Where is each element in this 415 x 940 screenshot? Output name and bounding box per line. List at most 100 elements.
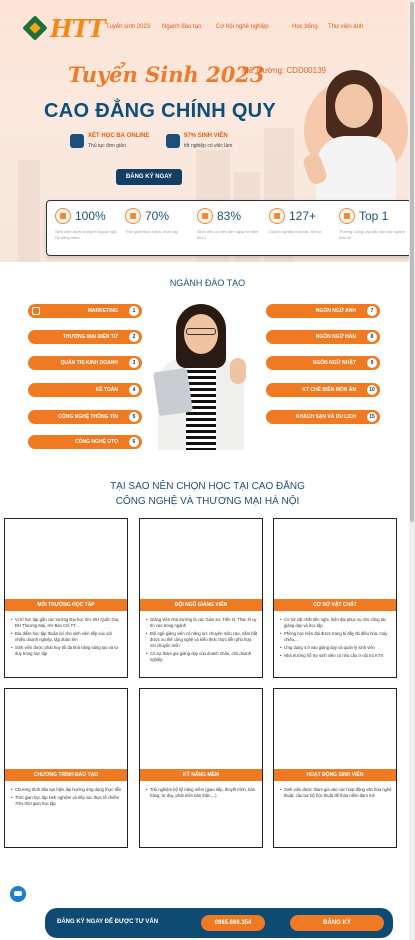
reason-title: CHƯƠNG TRÌNH ĐÀO TẠO	[5, 769, 127, 781]
reason-card: KỸ NĂNG MỀM Trải nghiệm bộ kỹ năng mềm (g…	[139, 688, 263, 848]
cta-text: ĐĂNG KÝ NGAY ĐỂ ĐƯỢC TƯ VẤN	[57, 919, 159, 925]
program-item[interactable]: NGÔN NGỮ NHẬT 9	[266, 356, 380, 370]
program-label: NGÔN NGỮ HÀN	[315, 334, 356, 340]
hotline-button[interactable]: 0965.666.354	[201, 915, 265, 931]
nav-link-scholarship[interactable]: Học bổng	[292, 24, 318, 30]
stat-item: 83% Sinh viên có việc làm ngay từ năm thứ…	[195, 207, 265, 251]
program-number: 8	[367, 332, 377, 342]
program-item[interactable]: QUẢN TRỊ KINH DOANH 3	[28, 356, 142, 370]
program-label: NGÔN NGỮ NHẬT	[312, 360, 356, 366]
reason-item: Chương trình đào tạo hiện đại hướng ứng …	[11, 787, 123, 793]
program-item[interactable]: KẾ TOÁN 4	[28, 383, 142, 397]
program-number: 9	[367, 358, 377, 368]
reason-item: Cơ sở vật chất tiên nghi, hiện đại phục …	[280, 617, 392, 629]
reason-item: Đội ngũ giảng viên có năng lực chuyên mô…	[146, 631, 258, 649]
reason-list: Cơ sở vật chất tiên nghi, hiện đại phục …	[280, 617, 392, 661]
program-number: 15	[367, 412, 377, 422]
program-number: 4	[129, 385, 139, 395]
reason-card: CƠ SỞ VẬT CHẤT Cơ sở vật chất tiên nghi, …	[273, 518, 397, 678]
reason-item: Nhà trường hỗ trợ sinh viên có nhu cầu ở…	[280, 653, 392, 659]
stat-value: 83%	[217, 209, 242, 223]
program-number: 6	[129, 437, 139, 447]
feature-title: 97% SINH VIÊN	[184, 133, 228, 139]
program-label: CÔNG NGHỆ OTO	[75, 439, 118, 445]
nav-link-programs[interactable]: Ngành đào tạo	[162, 24, 201, 30]
signup-button[interactable]: ĐĂNG KÝ	[290, 915, 384, 931]
program-label: KT CHẾ BIẾN MÓN ĂN	[302, 387, 356, 393]
program-label: MARKETING	[87, 308, 118, 314]
program-item[interactable]: CÔNG NGHỆ OTO 6	[28, 435, 142, 449]
program-item[interactable]: NGÔN NGỮ ANH 7	[266, 304, 380, 318]
hero-headline: CAO ĐẲNG CHÍNH QUY	[44, 100, 277, 122]
cta-bar: ĐĂNG KÝ NGAY ĐỂ ĐƯỢC TƯ VẤN 0965.666.354…	[45, 908, 393, 938]
stat-item: 100% Sinh viên được trang bị Ngoại ngữ, K…	[53, 207, 123, 251]
practice-icon	[125, 208, 141, 224]
stat-value: 127+	[289, 209, 317, 223]
stat-desc: Sinh viên có việc làm ngay từ năm thứ 2	[197, 229, 259, 240]
stat-item: 127+ Doanh nghiệp hợp tác, hỗ trợ	[267, 207, 337, 251]
stat-desc: Thời gian thực hành, thực tập	[125, 229, 178, 234]
feature-subtitle: tốt nghiệp có việc làm	[184, 143, 233, 149]
reason-item: Địa điểm học tập thuận lợi cho sinh viên…	[11, 631, 123, 643]
reason-item: Giảng viên nhà trường là các Giáo sư, Ti…	[146, 617, 258, 629]
stat-desc: Doanh nghiệp hợp tác, hỗ trợ	[269, 229, 322, 234]
scrollbar[interactable]	[409, 0, 415, 940]
reason-card: ĐỘI NGŨ GIẢNG VIÊN Giảng viên nhà trường …	[139, 518, 263, 678]
program-number: 2	[129, 332, 139, 342]
reason-title: ĐỘI NGŨ GIẢNG VIÊN	[140, 599, 262, 611]
reason-card: CHƯƠNG TRÌNH ĐÀO TẠO Chương trình đào tạo…	[4, 688, 128, 848]
bag-icon	[32, 307, 40, 315]
program-label: NGÔN NGỮ ANH	[315, 308, 356, 314]
reason-list: Vị trí học tập gần các trường Đại học lớ…	[11, 617, 123, 659]
reason-title: KỸ NĂNG MỀM	[140, 769, 262, 781]
program-label: KẾ TOÁN	[95, 387, 118, 393]
reason-list: Chương trình đào tạo hiện đại hướng ứng …	[11, 787, 123, 809]
program-item[interactable]: CÔNG NGHỆ THÔNG TIN 5	[28, 410, 142, 424]
reason-item: Ứng dụng 4.0 vào giảng dạy và quản lý si…	[280, 645, 392, 651]
logo[interactable]: HTT	[22, 14, 106, 43]
program-label: CÔNG NGHỆ THÔNG TIN	[58, 414, 118, 420]
register-now-button[interactable]: ĐĂNG KÝ NGAY	[116, 169, 182, 185]
reason-item: Có sự tham gia giảng dạy của doanh nhân,…	[146, 651, 258, 663]
program-item[interactable]: NGÔN NGỮ HÀN 8	[266, 330, 380, 344]
program-label: QUẢN TRỊ KINH DOANH	[60, 360, 119, 366]
program-number: 7	[367, 306, 377, 316]
stat-value: Top 1	[359, 209, 389, 223]
trophy-icon	[55, 208, 71, 224]
reason-title: HOẠT ĐỘNG SINH VIÊN	[274, 769, 396, 781]
briefcase-icon	[166, 134, 180, 148]
top-nav: HTT Tuyển sinh 2023 Ngành đào tạo Cơ hội…	[0, 14, 415, 44]
reason-title: CƠ SỞ VẬT CHẤT	[274, 599, 396, 611]
chat-icon[interactable]	[10, 886, 26, 902]
logo-mark-icon	[22, 15, 48, 41]
reason-item: Phòng học hiện đại được trang bị đầy đủ …	[280, 631, 392, 643]
program-item[interactable]: KT CHẾ BIẾN MÓN ĂN 10	[266, 383, 380, 397]
program-item[interactable]: KHÁCH SẠN VÀ DU LỊCH 15	[266, 410, 380, 424]
nav-link-gallery[interactable]: Thư viện ảnh	[328, 24, 363, 30]
feature-title: XÉT HỌC BẠ ONLINE	[88, 133, 150, 139]
student-photo	[300, 58, 410, 210]
nav-link-careers[interactable]: Cơ hội nghề nghiệp	[216, 24, 269, 30]
reason-item: Sinh viên được tham gia vào các hoạt độn…	[280, 787, 392, 799]
reason-item: Sinh viên được phát huy tối đa khả năng …	[11, 645, 123, 657]
program-number: 10	[367, 385, 377, 395]
reason-title: MÔI TRƯỜNG HỌC TẬP	[5, 599, 127, 611]
program-number: 3	[129, 358, 139, 368]
reason-list: Trải nghiệm bộ kỹ năng mềm (giao tiếp, t…	[146, 787, 258, 801]
program-item[interactable]: MARKETING 1	[28, 304, 142, 318]
reason-card: MÔI TRƯỜNG HỌC TẬP Vị trí học tập gần các…	[4, 518, 128, 678]
program-number: 1	[129, 306, 139, 316]
reason-item: Trải nghiệm bộ kỹ năng mềm (giao tiếp, t…	[146, 787, 258, 799]
nav-link-admissions[interactable]: Tuyển sinh 2023	[106, 24, 150, 30]
program-number: 5	[129, 412, 139, 422]
stat-desc: Trường Công Lập đào tạo các ngành kinh t…	[339, 229, 405, 240]
stat-desc: Sinh viên được trang bị Ngoại ngữ, Kỹ nă…	[55, 229, 118, 240]
why-title-line2: CÔNG NGHỆ VÀ THƯƠNG MẠI HÀ NỘI	[115, 496, 300, 507]
stat-value: 70%	[145, 209, 170, 223]
reason-list: Sinh viên được tham gia vào các hoạt độn…	[280, 787, 392, 801]
reason-card: HOẠT ĐỘNG SINH VIÊN Sinh viên được tham g…	[273, 688, 397, 848]
medal-icon	[339, 208, 355, 224]
program-item[interactable]: THƯƠNG MẠI ĐIỆN TỬ 2	[28, 330, 142, 344]
reason-item: Vị trí học tập gần các trường Đại học lớ…	[11, 617, 123, 629]
scrollbar-thumb[interactable]	[410, 2, 414, 522]
